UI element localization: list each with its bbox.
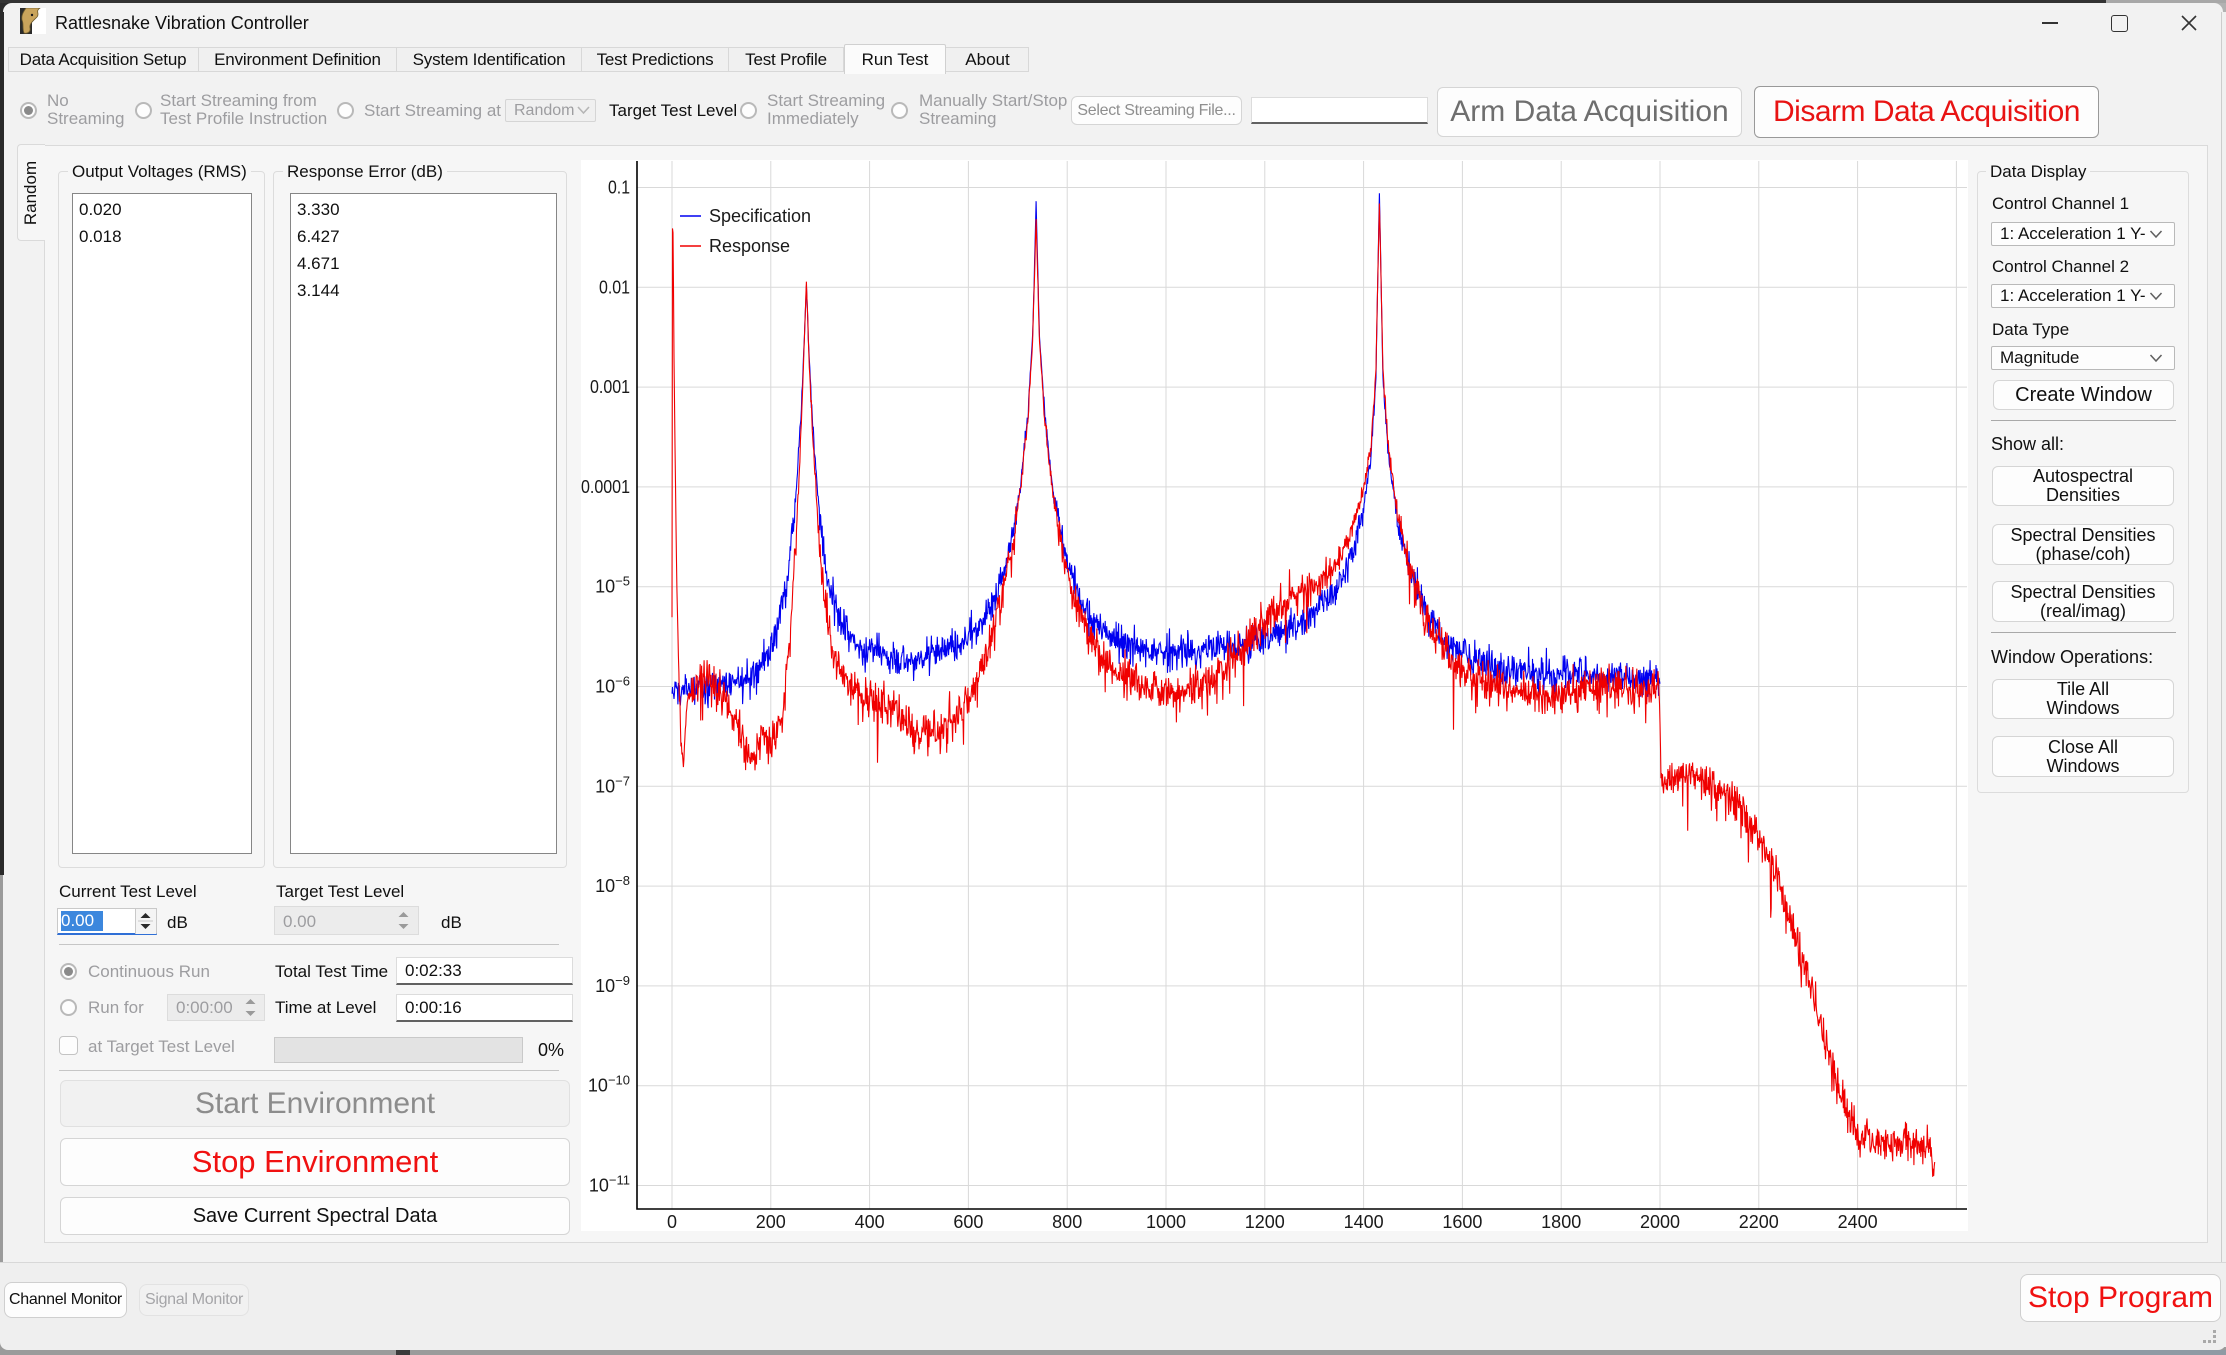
svg-text:0.001: 0.001 (590, 377, 630, 397)
svg-text:800: 800 (1052, 1212, 1082, 1231)
svg-text:1600: 1600 (1442, 1212, 1482, 1231)
svg-text:2200: 2200 (1739, 1212, 1779, 1231)
svg-text:0.0001: 0.0001 (581, 477, 630, 497)
svg-text:200: 200 (756, 1212, 786, 1231)
svg-text:Specification: Specification (709, 206, 811, 226)
svg-text:1000: 1000 (1146, 1212, 1186, 1231)
svg-text:0.01: 0.01 (599, 277, 630, 297)
svg-text:400: 400 (855, 1212, 885, 1231)
svg-text:Response: Response (709, 236, 790, 256)
svg-text:2000: 2000 (1640, 1212, 1680, 1231)
svg-text:1800: 1800 (1541, 1212, 1581, 1231)
svg-text:600: 600 (953, 1212, 983, 1231)
svg-text:1400: 1400 (1344, 1212, 1384, 1231)
svg-text:0.1: 0.1 (608, 178, 630, 198)
svg-text:1200: 1200 (1245, 1212, 1285, 1231)
svg-text:0: 0 (667, 1212, 677, 1231)
svg-text:2400: 2400 (1838, 1212, 1878, 1231)
